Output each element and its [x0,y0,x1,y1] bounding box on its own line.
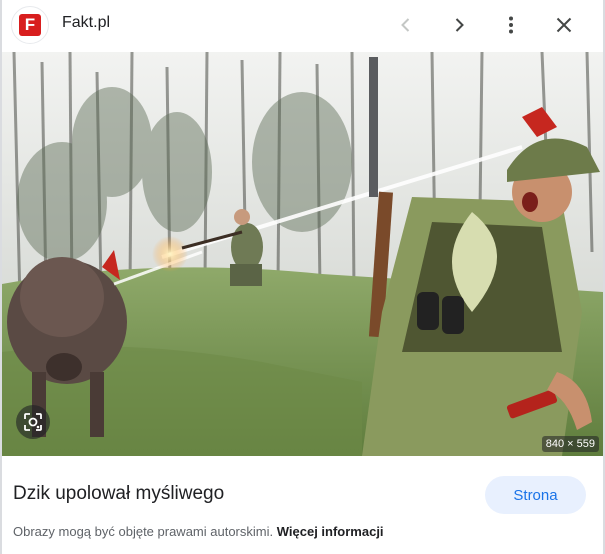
chevron-left-icon [401,18,410,32]
visit-site-button[interactable]: Strona [485,476,586,514]
hunting-scene-image [2,52,603,456]
next-image-button[interactable] [441,7,477,43]
close-icon [556,17,572,33]
more-info-link[interactable]: Więcej informacji [277,524,384,539]
copyright-text: Obrazy mogą być objęte prawami autorskim… [13,524,274,539]
site-favicon[interactable]: F [11,6,49,44]
lens-search-icon [24,413,42,431]
site-name[interactable]: Fakt.pl [62,14,110,32]
chevron-right-icon [455,18,464,32]
close-button[interactable] [546,7,582,43]
image-dimensions-badge: 840 × 559 [541,436,599,452]
previous-image-button[interactable] [388,7,424,43]
more-options-button[interactable] [493,7,529,43]
fakt-logo: F [19,14,41,36]
copyright-notice: Obrazy mogą być objęte prawami autorskim… [13,524,384,539]
more-vert-icon [509,16,513,34]
viewer-header: F Fakt.pl [0,0,605,50]
preview-image[interactable]: 840 × 559 [2,52,603,456]
image-title[interactable]: Dzik upolował myśliwego [13,483,224,505]
lens-search-button[interactable] [16,405,50,439]
